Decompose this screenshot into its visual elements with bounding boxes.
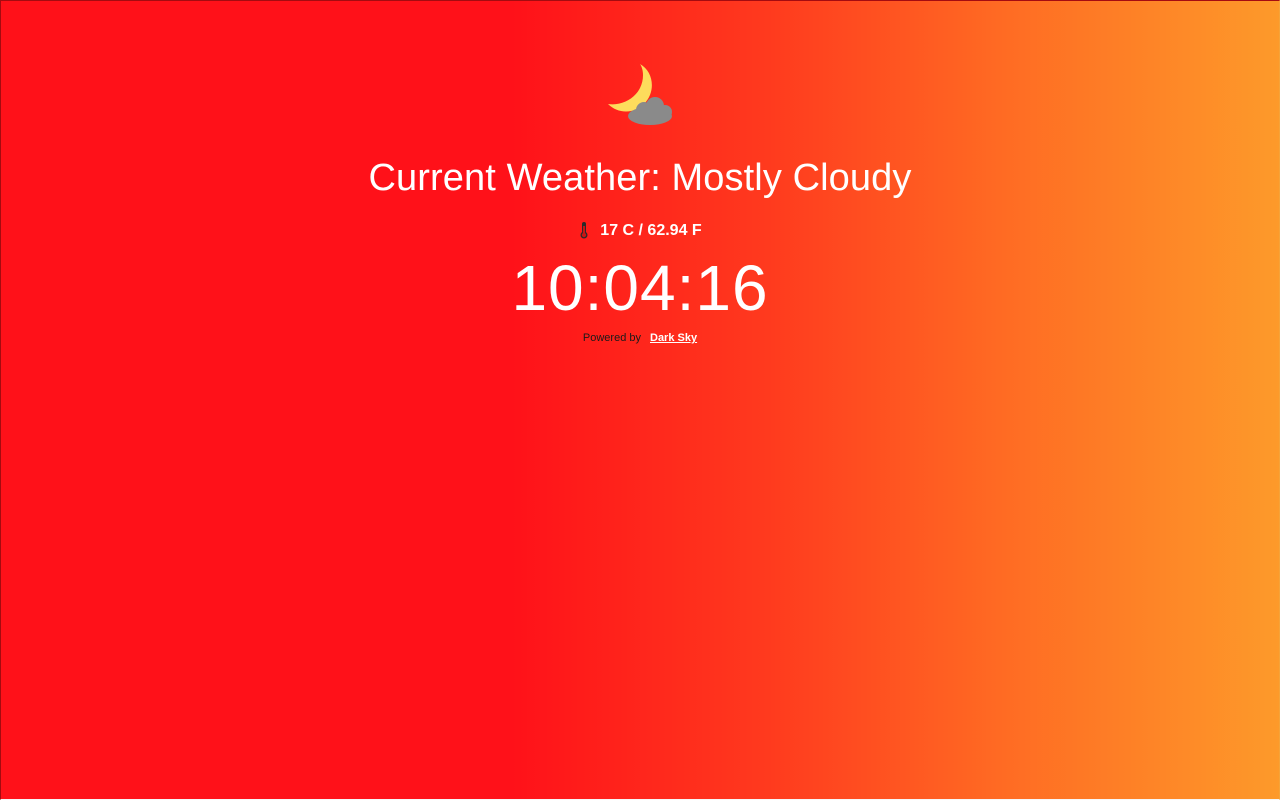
weather-title: Current Weather: Mostly Cloudy bbox=[368, 157, 912, 199]
clock-time: 10:04:16 bbox=[511, 252, 769, 324]
powered-by-label: Powered by bbox=[582, 332, 641, 344]
dark-sky-link[interactable]: Dark Sky bbox=[650, 332, 697, 344]
powered-by: Powered by Dark Sky bbox=[583, 332, 697, 344]
thermometer-icon bbox=[580, 222, 588, 239]
temperature-row: 17 C / 62.94 F bbox=[578, 220, 702, 242]
weather-panel: Current Weather: Mostly Cloudy 17 C / 62… bbox=[0, 0, 1280, 344]
temperature-value: 17 C / 62.94 F bbox=[600, 222, 702, 239]
moon-cloud-icon bbox=[608, 64, 672, 125]
